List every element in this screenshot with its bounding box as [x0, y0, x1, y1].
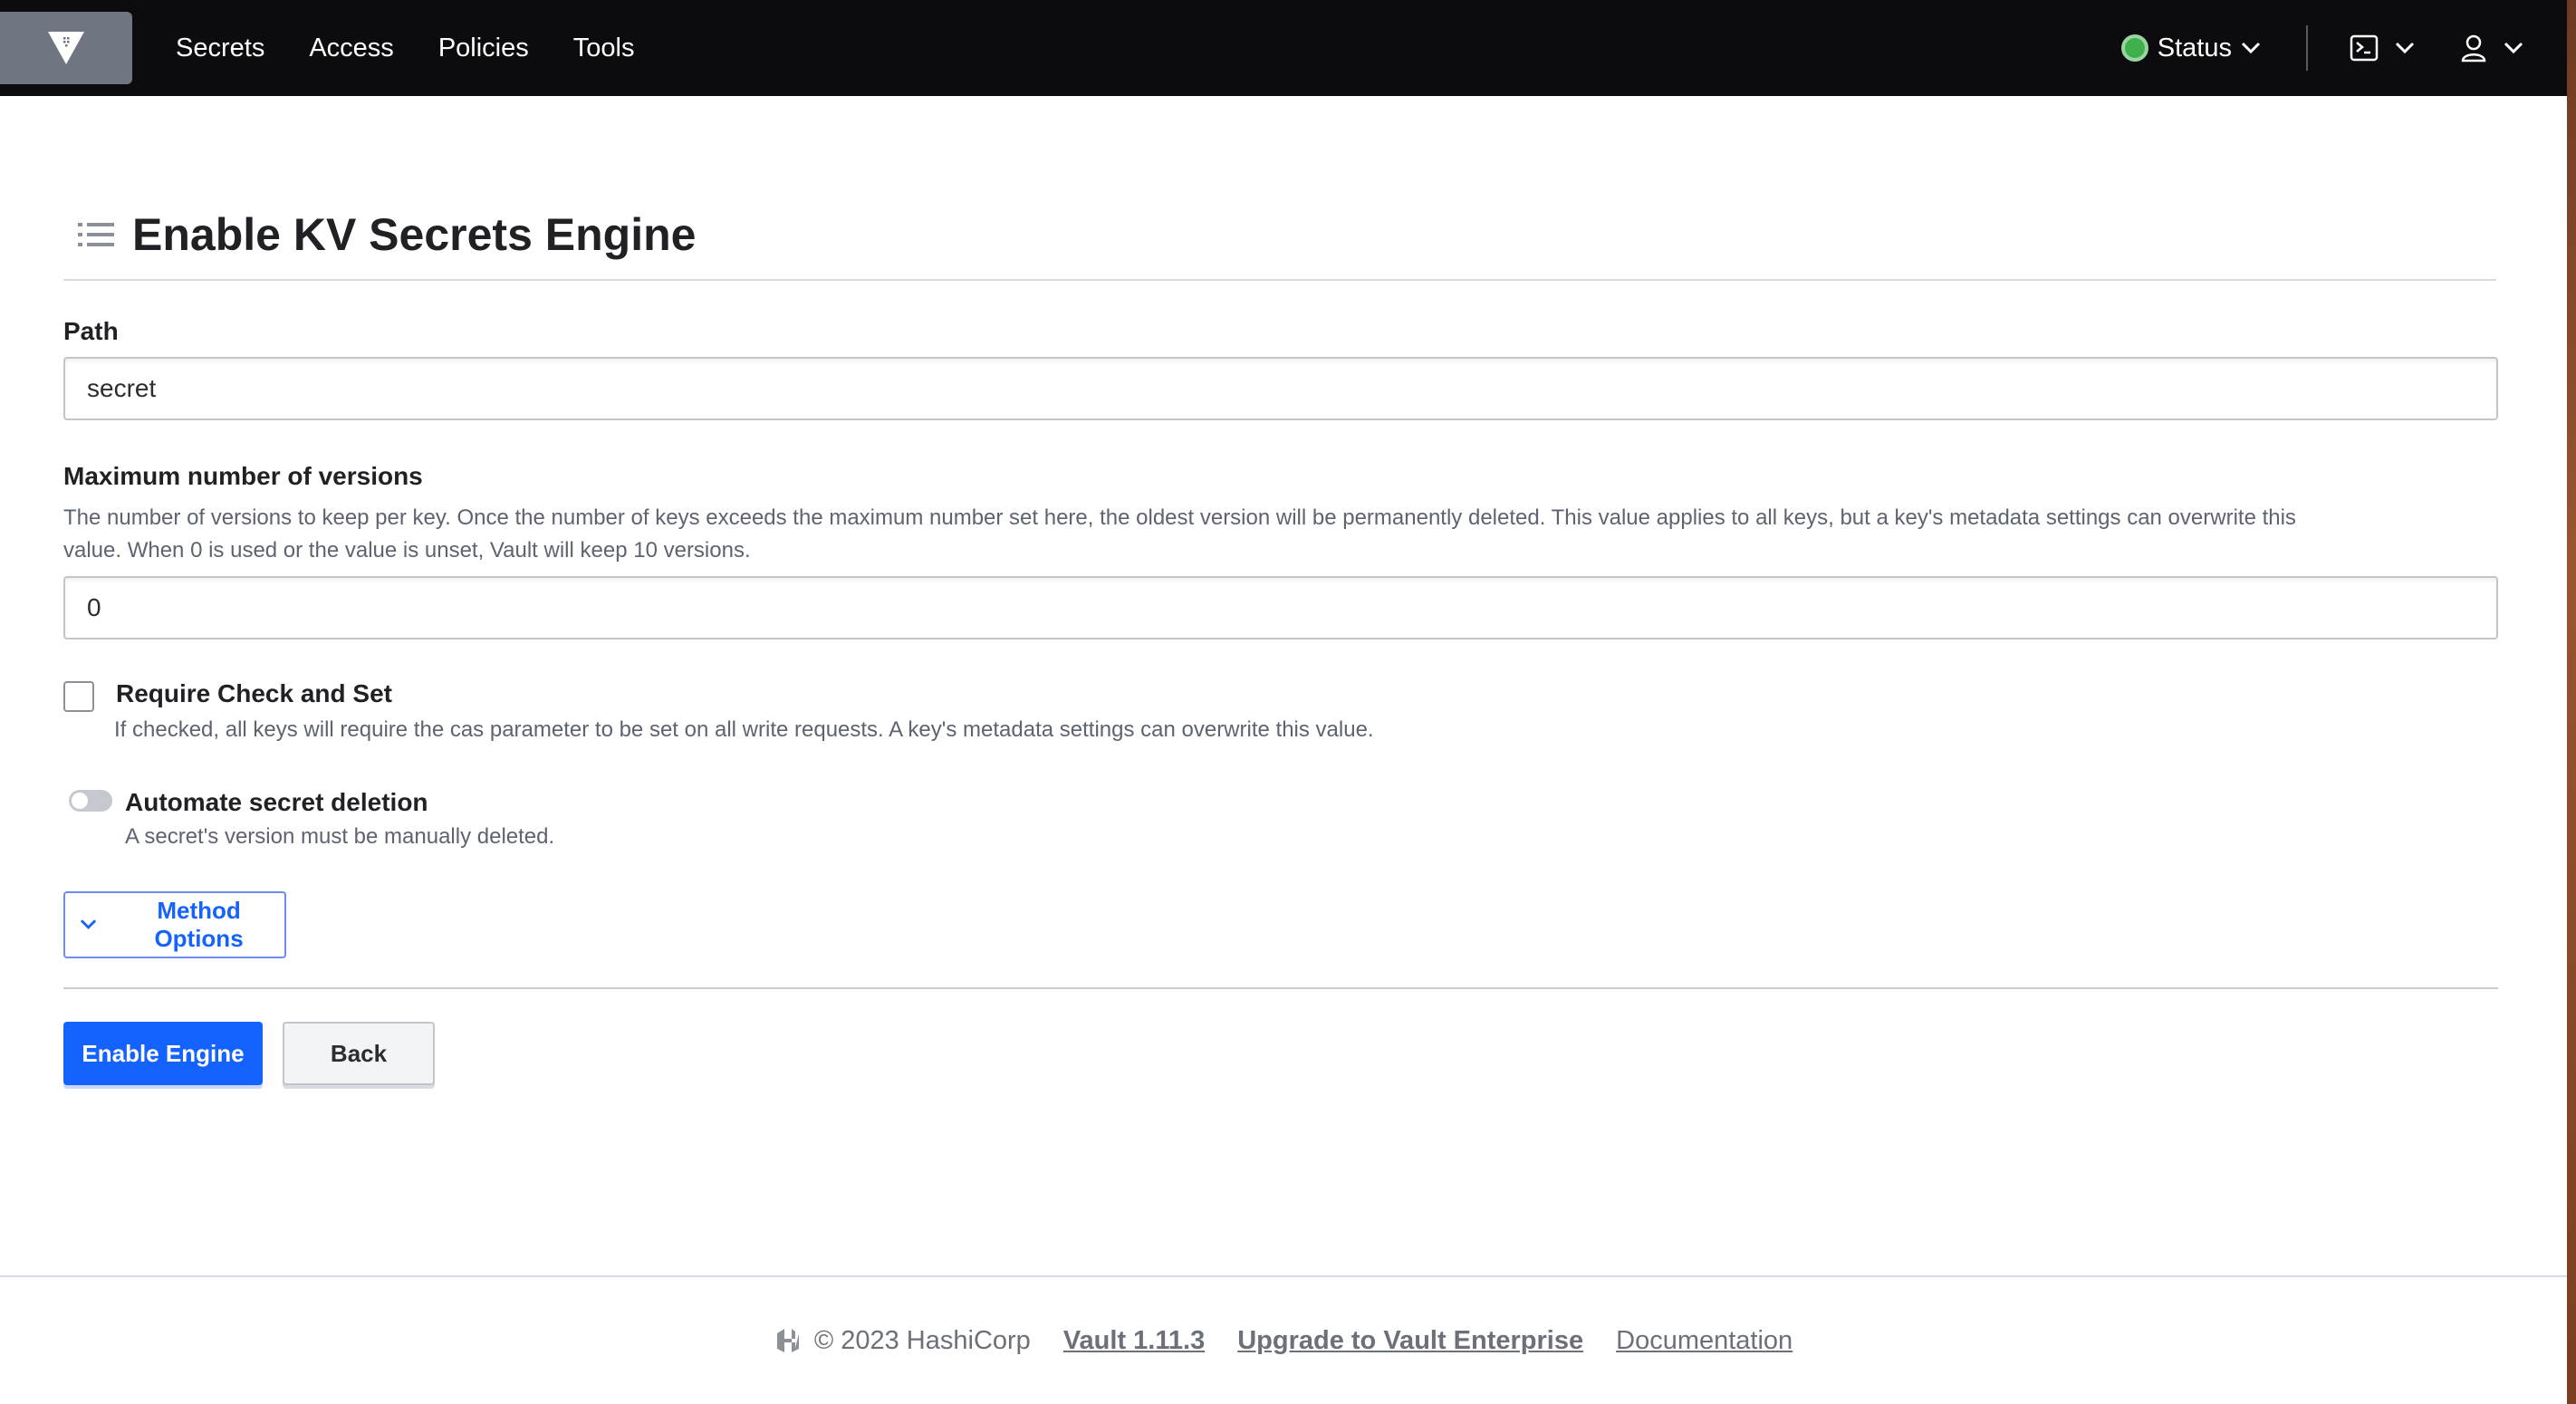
nav-tools[interactable]: Tools	[573, 34, 635, 63]
console-menu[interactable]	[2350, 34, 2415, 62]
top-navbar: Secrets Access Policies Tools Status	[0, 0, 2567, 96]
chevron-down-icon	[2504, 42, 2523, 54]
documentation-link[interactable]: Documentation	[1616, 1326, 1793, 1356]
window-edge	[2567, 0, 2576, 1404]
copyright-text: © 2023 HashiCorp	[813, 1325, 1031, 1355]
footer: © 2023 HashiCorp Vault 1.11.3 Upgrade to…	[0, 1277, 2567, 1404]
user-menu[interactable]	[2460, 34, 2523, 63]
nav-policies[interactable]: Policies	[438, 34, 529, 63]
user-icon	[2461, 34, 2486, 63]
page-title: Enable KV Secrets Engine	[132, 209, 697, 260]
nav-divider	[2306, 25, 2308, 71]
chevron-down-icon	[80, 919, 97, 929]
cas-help: If checked, all keys will require the ca…	[114, 717, 1374, 742]
main-nav: Secrets Access Policies Tools	[176, 34, 678, 63]
nav-right: Status	[2120, 0, 2523, 96]
title-divider	[63, 279, 2496, 281]
status-menu[interactable]: Status	[2120, 33, 2261, 63]
status-label: Status	[2157, 33, 2232, 63]
max-versions-help-line-2: value. When 0 is used or the value is un…	[63, 538, 751, 563]
form-divider	[63, 987, 2498, 989]
nav-access[interactable]: Access	[309, 34, 393, 63]
hashicorp-logo-icon	[776, 1329, 799, 1352]
max-versions-input[interactable]	[63, 576, 2498, 639]
max-versions-help-line-1: The number of versions to keep per key. …	[63, 505, 2296, 530]
path-input[interactable]	[63, 357, 2498, 420]
status-ok-icon	[2120, 34, 2148, 62]
vault-logo-button[interactable]	[0, 12, 132, 84]
back-button[interactable]: Back	[283, 1022, 435, 1085]
enable-engine-button[interactable]: Enable Engine	[63, 1022, 263, 1085]
max-versions-label: Maximum number of versions	[63, 462, 423, 490]
vault-version-link[interactable]: Vault 1.11.3	[1063, 1326, 1205, 1356]
vault-app: Secrets Access Policies Tools Status Ena…	[0, 0, 2567, 1404]
nav-secrets[interactable]: Secrets	[176, 34, 264, 63]
method-options-label: Method Options	[154, 897, 244, 952]
upgrade-link[interactable]: Upgrade to Vault Enterprise	[1237, 1326, 1583, 1356]
terminal-icon	[2350, 34, 2379, 62]
list-icon	[78, 223, 114, 246]
cas-checkbox[interactable]	[63, 681, 94, 712]
chevron-down-icon	[2241, 42, 2261, 54]
cas-label: Require Check and Set	[116, 679, 392, 707]
auto-delete-help: A secret's version must be manually dele…	[125, 824, 555, 849]
vault-logo-icon	[48, 32, 84, 64]
chevron-down-icon	[2395, 42, 2415, 54]
page-header: Enable KV Secrets Engine	[78, 208, 696, 261]
method-options-button[interactable]: Method Options	[63, 891, 286, 958]
auto-delete-toggle[interactable]	[69, 790, 112, 812]
path-label: Path	[63, 317, 119, 345]
auto-delete-label: Automate secret deletion	[125, 788, 428, 816]
